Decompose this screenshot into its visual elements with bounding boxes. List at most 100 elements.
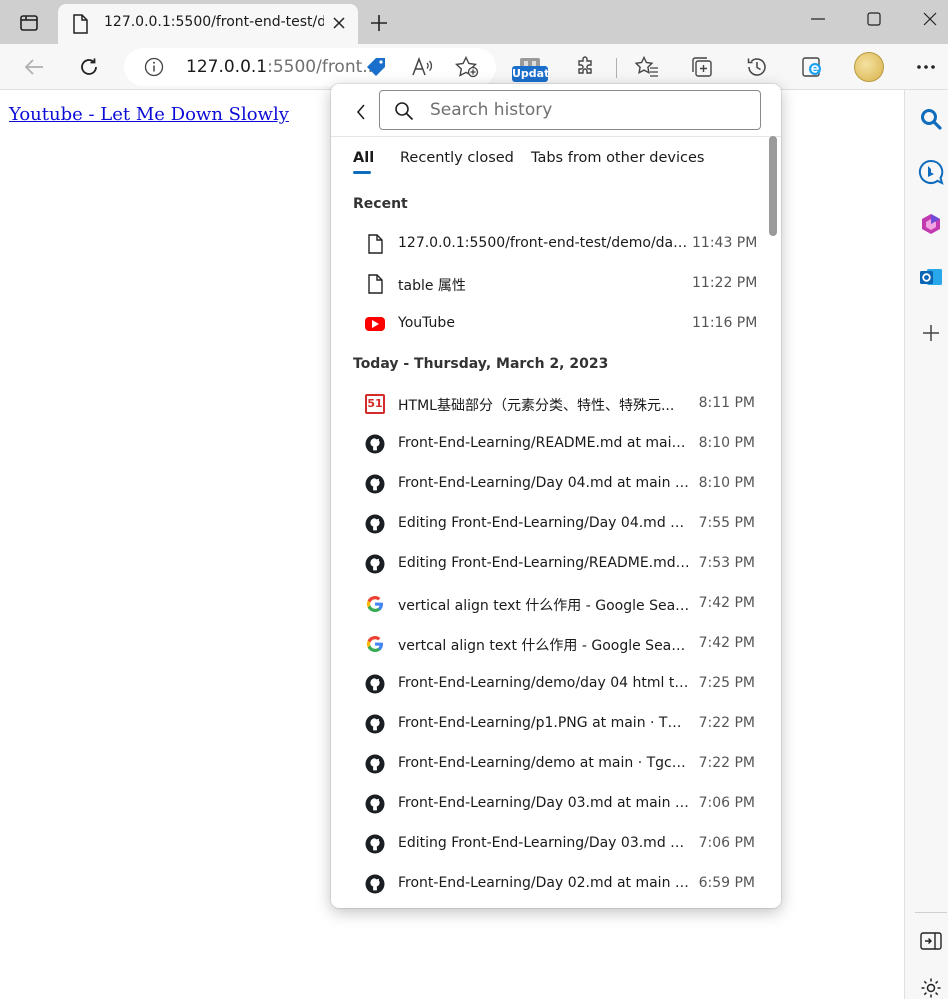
hide-sidebar-icon[interactable]: [918, 928, 944, 954]
info-icon[interactable]: [144, 57, 164, 81]
github-icon: [365, 514, 385, 534]
history-item-time: 11:16 PM: [692, 315, 758, 331]
history-search-box[interactable]: [379, 90, 761, 130]
title-bar: 127.0.0.1:5500/front-end-test/de: [0, 0, 948, 44]
history-item[interactable]: 127.0.0.1:5500/front-end-test/demo/day 3…: [349, 224, 765, 264]
history-item-title: Front-End-Learning/Day 02.md at main · T…: [398, 875, 690, 891]
coupon-tag-icon[interactable]: [360, 51, 392, 83]
youtube-icon: [365, 314, 385, 334]
history-item-title: Front-End-Learning/README.md at main · .…: [398, 435, 690, 451]
url-text: 127.0.0.1:5500/front...: [186, 57, 378, 77]
history-item-title: vertical align text 什么作用 - Google Search: [398, 598, 690, 614]
history-item-time: 7:53 PM: [698, 555, 755, 571]
history-item-title: 127.0.0.1:5500/front-end-test/demo/day 3…: [398, 235, 690, 251]
github-icon: [365, 794, 385, 814]
add-sidebar-app-icon[interactable]: [918, 320, 944, 346]
history-item[interactable]: Front-End-Learning/README.md at main · .…: [349, 424, 765, 464]
close-tab-icon[interactable]: [328, 12, 350, 34]
history-item[interactable]: Editing Front-End-Learning/Day 03.md at …: [349, 824, 765, 864]
more-options-icon[interactable]: [910, 51, 942, 83]
toolbar-divider: [616, 58, 617, 78]
outlook-icon[interactable]: [918, 264, 944, 290]
history-item-title: Front-End-Learning/Day 04.md at main · T…: [398, 475, 690, 491]
sidebar-settings-icon[interactable]: [918, 978, 944, 998]
history-item[interactable]: Editing Front-End-Learning/Day 04.md at …: [349, 504, 765, 544]
tab-actions-icon[interactable]: [14, 10, 44, 36]
history-item[interactable]: Front-End-Learning/Day 03.md at main · T…: [349, 784, 765, 824]
history-item-time: 11:43 PM: [692, 235, 758, 251]
history-item-time: 7:42 PM: [698, 635, 755, 651]
youtube-link[interactable]: Youtube - Let Me Down Slowly: [9, 104, 289, 125]
history-item[interactable]: YouTube 11:16 PM: [349, 304, 765, 344]
history-item[interactable]: 51 HTML基础部分（元素分类、特性、特殊元... 8:11 PM: [349, 384, 765, 424]
section-header: Recent: [353, 196, 408, 212]
history-icon[interactable]: [741, 51, 773, 83]
history-item-title: YouTube: [398, 315, 455, 331]
tab-all-label: All: [353, 150, 375, 166]
scrollbar[interactable]: [765, 136, 781, 908]
edge-sidebar: [904, 90, 948, 999]
history-item-time: 7:06 PM: [698, 795, 755, 811]
history-item[interactable]: Editing Front-End-Learning/README.md at.…: [349, 544, 765, 584]
history-item-title: Editing Front-End-Learning/Day 03.md at …: [398, 835, 690, 851]
history-item-time: 8:11 PM: [698, 395, 755, 411]
history-item[interactable]: Front-End-Learning/demo at main · Tgc020…: [349, 744, 765, 784]
github-icon: [365, 474, 385, 494]
favorites-icon[interactable]: [631, 51, 663, 83]
tab-all[interactable]: All: [353, 150, 375, 174]
collections-icon[interactable]: [686, 51, 718, 83]
sidebar-divider: [915, 912, 947, 913]
minimize-icon[interactable]: [798, 6, 838, 32]
google-icon: [365, 594, 385, 614]
scrollbar-thumb[interactable]: [769, 136, 777, 236]
profile-avatar[interactable]: [854, 52, 884, 82]
tab-recently-closed[interactable]: Recently closed: [400, 150, 514, 166]
tab-title: 127.0.0.1:5500/front-end-test/de: [104, 14, 324, 30]
refresh-icon[interactable]: [73, 51, 105, 83]
history-item[interactable]: vertcal align text 什么作用 - Google Search 7…: [349, 624, 765, 664]
history-item-title: Editing Front-End-Learning/Day 04.md at …: [398, 515, 690, 531]
tab-other-devices[interactable]: Tabs from other devices: [531, 150, 704, 166]
history-item[interactable]: Front-End-Learning/p1.PNG at main · Tgc0…: [349, 704, 765, 744]
active-tab[interactable]: 127.0.0.1:5500/front-end-test/de: [58, 4, 358, 44]
office-icon[interactable]: [918, 211, 944, 237]
search-icon: [394, 101, 414, 125]
history-search-input[interactable]: [430, 97, 750, 123]
google-icon: [365, 634, 385, 654]
history-item-title: Front-End-Learning/p1.PNG at main · Tgc0…: [398, 715, 690, 731]
github-icon: [365, 554, 385, 574]
browser-essentials-icon[interactable]: [796, 51, 828, 83]
site-51cto-icon: 51: [365, 394, 385, 414]
add-favorite-icon[interactable]: [451, 51, 483, 83]
search-icon[interactable]: [918, 106, 944, 132]
close-window-icon[interactable]: [910, 6, 948, 32]
history-item-time: 6:59 PM: [698, 875, 755, 891]
back-chevron-icon[interactable]: [349, 100, 373, 124]
read-aloud-icon[interactable]: [406, 51, 438, 83]
history-item[interactable]: table 属性 11:22 PM: [349, 264, 765, 304]
history-item[interactable]: Front-End-Learning/Day 02.md at main · T…: [349, 864, 765, 904]
github-icon: [365, 834, 385, 854]
address-bar[interactable]: 127.0.0.1:5500/front...: [124, 48, 496, 86]
history-item[interactable]: Front-End-Learning/demo/day 04 html tabl…: [349, 664, 765, 704]
new-tab-icon[interactable]: [364, 8, 394, 38]
history-item-title: Front-End-Learning/Day 03.md at main · T…: [398, 795, 690, 811]
github-icon: [365, 434, 385, 454]
github-icon: [365, 874, 385, 894]
history-item[interactable]: vertical align text 什么作用 - Google Search…: [349, 584, 765, 624]
extensions-icon[interactable]: [570, 51, 602, 83]
history-item[interactable]: Front-End-Learning/Day 04.md at main · T…: [349, 464, 765, 504]
back-icon[interactable]: [18, 51, 50, 83]
history-item-time: 7:22 PM: [698, 715, 755, 731]
history-item-time: 11:22 PM: [692, 275, 758, 291]
page-icon: [365, 234, 385, 254]
bing-chat-icon[interactable]: [918, 159, 944, 185]
history-item-time: 7:22 PM: [698, 755, 755, 771]
maximize-icon[interactable]: [854, 6, 894, 32]
github-icon: [365, 674, 385, 694]
history-item-time: 8:10 PM: [698, 435, 755, 451]
history-item-title: table 属性: [398, 278, 466, 294]
url-host: 127.0.0.1: [186, 57, 268, 77]
history-item-time: 7:42 PM: [698, 595, 755, 611]
update-badge[interactable]: Updat: [512, 66, 548, 82]
